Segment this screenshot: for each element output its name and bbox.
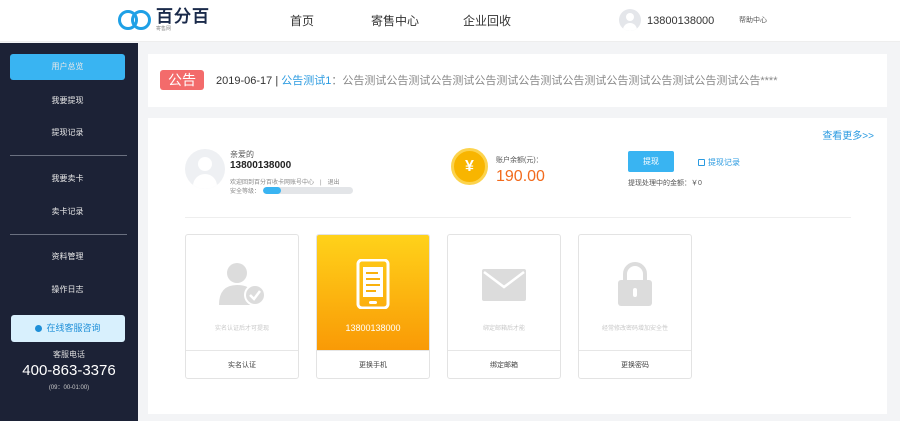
sidebar-item-sell-records[interactable]: 卖卡记录	[10, 199, 125, 225]
notice-text: 2019-06-17 | 公告测试1：公告测试公告测试公告测试公告测试公告测试公…	[216, 72, 880, 88]
security-level-fill	[263, 187, 281, 194]
security-level-bar	[263, 187, 353, 194]
phone-icon	[356, 259, 390, 309]
withdraw-record-link[interactable]: 提现记录	[698, 157, 740, 168]
card-change-phone[interactable]: 13800138000 更换手机	[316, 234, 430, 379]
view-more-link[interactable]: 查看更多>>	[822, 127, 874, 142]
logout-link[interactable]: 退出	[328, 180, 340, 186]
sidebar-item-withdraw-records[interactable]: 提现记录	[10, 120, 125, 146]
notice-content: ：公告测试公告测试公告测试公告测试公告测试公告测试公告测试公告测试公告测试公告*…	[331, 75, 778, 87]
user-avatar[interactable]	[619, 9, 641, 31]
welcome-text: 欢迎回到百分百收卡网账号中心 | 退出	[230, 180, 340, 186]
balance-label: 账户余额(元)：	[496, 157, 543, 164]
hotline-number: 400-863-3376	[22, 362, 116, 379]
card-realname-desc: 实名认证后才可提现	[214, 326, 269, 332]
sidebar-divider	[10, 155, 127, 156]
online-service-button[interactable]: 在线客服咨询	[11, 315, 125, 342]
lock-icon	[618, 262, 652, 306]
header-user-phone[interactable]: 13800138000	[647, 0, 714, 42]
hotline-hours: (09：00-01:00)	[48, 385, 90, 391]
account-panel: 查看更多>> 亲爱的 13800138000 欢迎回到百分百收卡网账号中心 | 退出…	[148, 118, 887, 414]
notice-bar: 公告 2019-06-17 | 公告测试1：公告测试公告测试公告测试公告测试公告…	[148, 54, 887, 107]
logo-mark-icon	[118, 8, 152, 32]
balance-value: 190.00	[496, 168, 545, 185]
withdraw-button[interactable]: 提现	[628, 151, 674, 172]
notice-date: 2019-06-17 |	[216, 75, 279, 87]
card-realname[interactable]: 实名认证后才可提现 实名认证	[185, 234, 299, 379]
sidebar-item-overview[interactable]: 用户总览	[10, 54, 125, 80]
security-label: 安全等级：	[230, 189, 261, 195]
card-change-password-desc: 经常修改密码增加安全性	[601, 326, 668, 332]
top-bar: 百分百 寄售网 首页 寄售中心 企业回收 13800138000 帮助中心	[0, 0, 900, 42]
site-logo[interactable]: 百分百 寄售网	[118, 8, 210, 32]
card-bind-email-label[interactable]: 绑定邮箱	[448, 350, 560, 378]
card-realname-label[interactable]: 实名认证	[186, 350, 298, 378]
card-change-phone-label[interactable]: 更换手机	[317, 350, 429, 378]
greeting: 亲爱的	[230, 150, 254, 159]
sidebar-item-sell-card[interactable]: 我要卖卡	[10, 166, 125, 192]
help-center-link[interactable]: 帮助中心	[739, 0, 767, 42]
hotline-label: 客服电话	[53, 350, 85, 359]
sidebar-item-profile[interactable]: 资料管理	[10, 244, 125, 270]
notice-title-link[interactable]: 公告测试1	[281, 75, 331, 87]
nav-consign-center[interactable]: 寄售中心	[371, 0, 419, 42]
sidebar-item-logs[interactable]: 操作日志	[10, 277, 125, 303]
notice-badge: 公告	[160, 70, 204, 90]
panel-divider	[185, 217, 851, 218]
envelope-icon	[482, 269, 526, 301]
account-phone: 13800138000	[230, 160, 292, 171]
card-change-password-label[interactable]: 更换密码	[579, 350, 691, 378]
user-check-icon	[219, 263, 266, 306]
headset-icon	[35, 325, 43, 332]
logo-title: 百分百	[156, 7, 210, 26]
logo-subtitle: 寄售网	[156, 26, 172, 32]
card-bind-email-desc: 绑定邮箱后才能	[482, 326, 525, 332]
card-change-password[interactable]: 经常修改密码增加安全性 更换密码	[578, 234, 692, 379]
record-icon	[698, 159, 705, 166]
card-bind-email[interactable]: 绑定邮箱后才能 绑定邮箱	[447, 234, 561, 379]
account-avatar	[185, 149, 225, 189]
nav-home[interactable]: 首页	[290, 0, 314, 42]
sidebar-item-withdraw[interactable]: 我要提现	[10, 88, 125, 114]
coin-icon: ¥	[451, 148, 488, 185]
nav-enterprise-recycle[interactable]: 企业回收	[463, 0, 511, 42]
card-change-phone-number: 13800138000	[345, 323, 401, 333]
sidebar: 用户总览 我要提现 提现记录 我要卖卡 卖卡记录 资料管理 操作日志 在线客服咨…	[0, 43, 138, 421]
processing-amount: 提现处理中的金额：￥0	[628, 180, 702, 187]
sidebar-divider	[10, 234, 127, 235]
